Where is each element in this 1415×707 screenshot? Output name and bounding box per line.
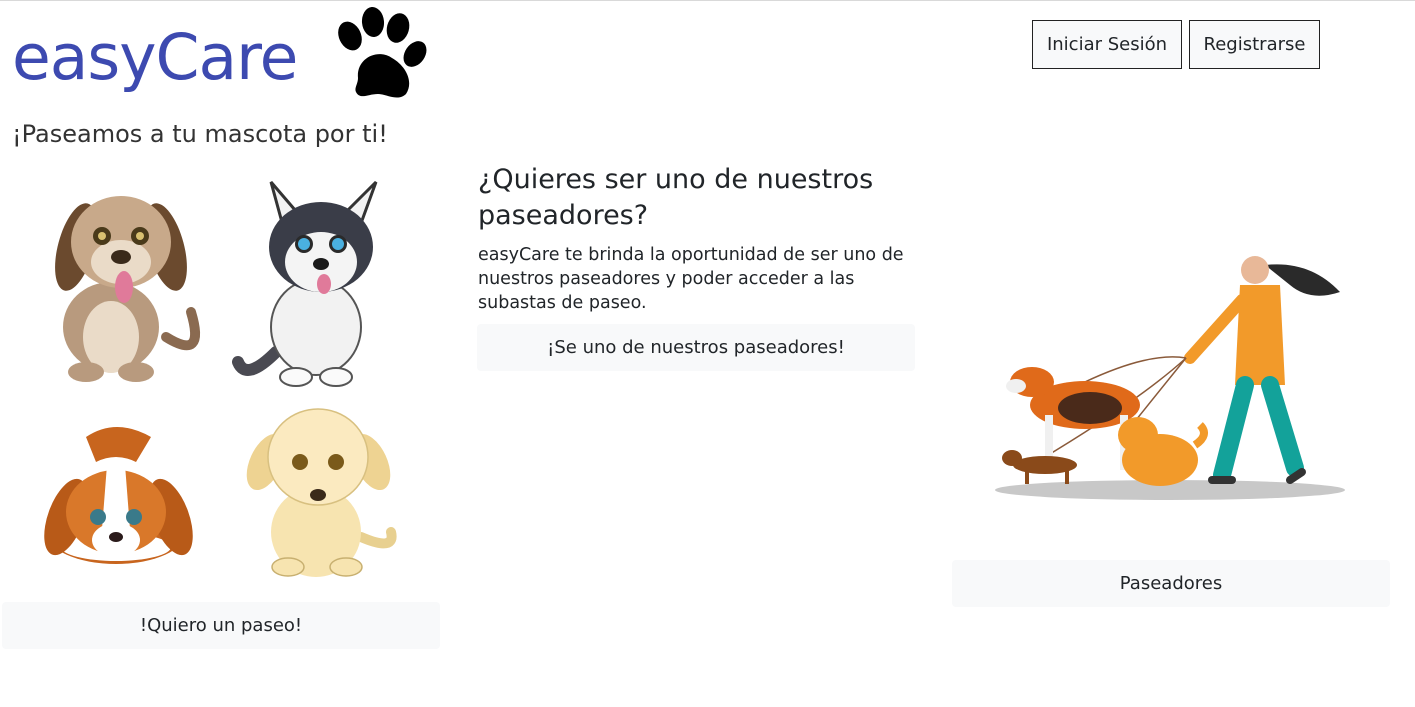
walker-offer-description: easyCare te brinda la oportunidad de ser… bbox=[478, 245, 904, 313]
walker-offer-title: ¿Quieres ser uno de nuestros paseadores? bbox=[478, 164, 874, 231]
walkers-button[interactable]: Paseadores bbox=[952, 560, 1390, 607]
woman-walker-image bbox=[1184, 256, 1340, 484]
dog-walker-illustration bbox=[995, 256, 1345, 500]
fluffy-dog-image bbox=[1118, 417, 1208, 486]
logo-text: easyCare bbox=[12, 21, 298, 94]
large-dog-image bbox=[1006, 367, 1140, 470]
logo: easyCare bbox=[10, 6, 430, 106]
puppies-illustration bbox=[16, 162, 426, 597]
become-walker-button[interactable]: ¡Se uno de nuestros paseadores! bbox=[477, 324, 915, 371]
small-dog-image bbox=[1002, 450, 1077, 484]
tagline: ¡Paseamos a tu mascota por ti! bbox=[12, 120, 388, 148]
top-border bbox=[0, 0, 1415, 1]
register-button[interactable]: Registrarse bbox=[1189, 20, 1320, 69]
request-walk-button[interactable]: !Quiero un paseo! bbox=[2, 602, 440, 649]
login-button[interactable]: Iniciar Sesión bbox=[1032, 20, 1182, 69]
paw-icon bbox=[338, 7, 427, 98]
